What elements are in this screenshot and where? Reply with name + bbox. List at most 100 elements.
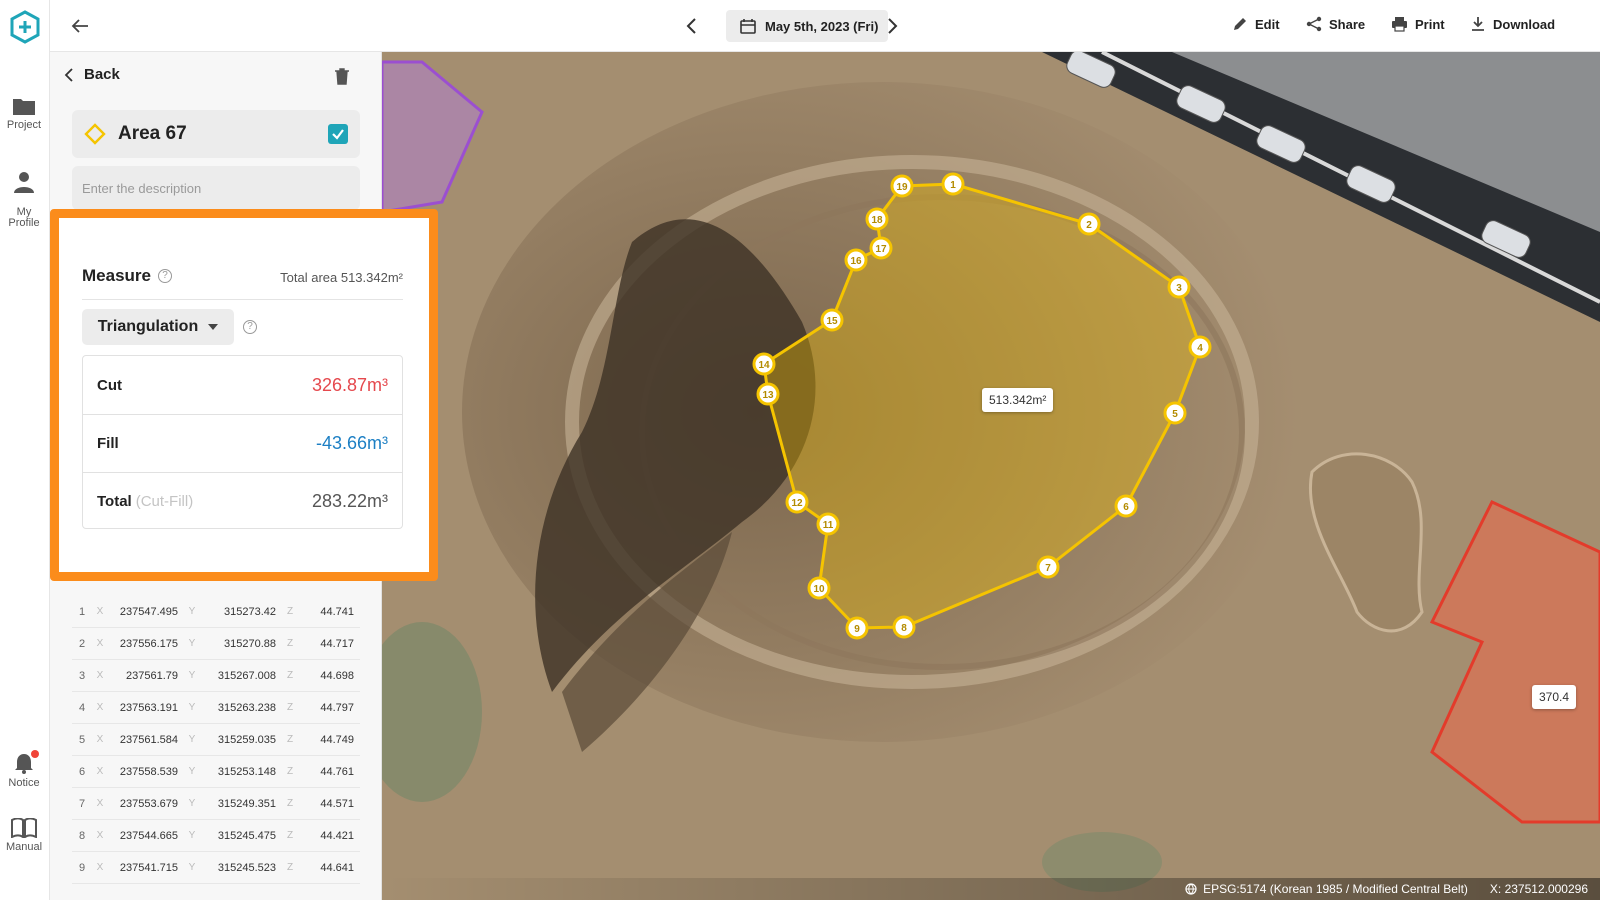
coordinate-row: 5 X 237561.584 Y 315259.035 Z 44.749 <box>72 724 360 756</box>
globe-icon <box>1185 883 1197 895</box>
vertex-marker[interactable]: 5 <box>1163 401 1187 425</box>
printer-icon <box>1392 17 1407 32</box>
vertex-marker[interactable]: 19 <box>890 174 914 198</box>
measure-method-dropdown[interactable]: Triangulation <box>82 309 234 345</box>
z-value: 44.571 <box>320 797 354 810</box>
vertex-index: 7 <box>78 797 86 810</box>
download-button[interactable]: Download <box>1470 16 1555 32</box>
vertex-marker[interactable]: 16 <box>844 248 868 272</box>
vertex-coordinate-list: 1 X 237547.495 Y 315273.42 Z 44.741 2 X 237556.17… <box>72 596 360 884</box>
print-label: Print <box>1415 16 1445 32</box>
coordinate-row: 8 X 237544.665 Y 315245.475 Z 44.421 <box>72 820 360 852</box>
notification-dot <box>31 750 39 758</box>
map-status-bar: EPSG:5174 (Korean 1985 / Modified Centra… <box>382 878 1600 900</box>
caret-down-icon <box>208 324 219 330</box>
x-axis-label: X <box>96 606 104 617</box>
vertex-marker[interactable]: 18 <box>865 207 889 231</box>
app-logo-icon[interactable] <box>8 10 42 44</box>
vertex-label: 15 <box>826 316 838 327</box>
print-button[interactable]: Print <box>1391 16 1445 32</box>
vertex-marker[interactable]: 11 <box>816 512 840 536</box>
y-axis-label: Y <box>188 606 196 617</box>
vertex-index: 4 <box>78 701 86 714</box>
vertex-marker[interactable]: 7 <box>1036 555 1060 579</box>
coordinate-row: 4 X 237563.191 Y 315263.238 Z 44.797 <box>72 692 360 724</box>
measure-title: Measure ? <box>82 266 172 286</box>
back-button[interactable]: Back <box>64 66 120 83</box>
y-value: 315263.238 <box>217 701 276 714</box>
description-input[interactable] <box>72 166 360 210</box>
z-value: 44.797 <box>320 701 354 714</box>
cut-label: Cut <box>97 376 122 394</box>
share-icon <box>1306 16 1322 32</box>
vertex-marker[interactable]: 8 <box>892 615 916 639</box>
rail-item-notice[interactable]: Notice <box>0 750 48 789</box>
cut-value: 326.87m³ <box>311 374 388 395</box>
help-icon[interactable]: ? <box>157 269 172 283</box>
measure-title-text: Measure <box>82 266 151 285</box>
vertex-label: 7 <box>1045 563 1051 574</box>
total-row: Total (Cut-Fill) 283.22m³ <box>83 472 402 530</box>
z-axis-label: Z <box>286 766 294 777</box>
area-visibility-checkbox[interactable] <box>328 124 348 144</box>
x-axis-label: X <box>96 798 104 809</box>
measure-method-label: Triangulation <box>97 318 199 335</box>
coordinate-row: 9 X 237541.715 Y 315245.523 Z 44.641 <box>72 852 360 884</box>
arrow-left-icon[interactable] <box>68 14 92 38</box>
vertex-marker[interactable]: 2 <box>1077 212 1101 236</box>
vertex-label: 13 <box>762 390 774 401</box>
check-icon <box>332 129 344 140</box>
pencil-icon <box>1234 18 1246 30</box>
vertex-label: 19 <box>896 182 908 193</box>
map-view[interactable]: 1 2 3 4 5 6 7 8 9 10 11 12 13 14 15 16 17 18 19 513.342m² … <box>382 52 1600 900</box>
y-value: 315253.148 <box>217 765 276 778</box>
total-sub-label: (Cut-Fill) <box>135 493 194 510</box>
vertex-marker[interactable]: 3 <box>1167 275 1191 299</box>
vertex-index: 1 <box>78 605 86 618</box>
vertex-marker[interactable]: 10 <box>807 576 831 600</box>
z-axis-label: Z <box>286 830 294 841</box>
vertex-marker[interactable]: 1 <box>941 172 965 196</box>
rail-item-manual[interactable]: Manual <box>0 818 48 853</box>
z-value: 44.717 <box>320 637 354 650</box>
coordinate-row: 7 X 237553.679 Y 315249.351 Z 44.571 <box>72 788 360 820</box>
rail-item-project[interactable]: Project <box>0 96 48 131</box>
volume-table: Cut 326.87m³ Fill -43.66m³ Total (Cut-Fil… <box>82 355 403 529</box>
vertex-marker[interactable]: 9 <box>845 616 869 640</box>
previous-date-chevron-icon[interactable] <box>680 14 704 38</box>
rail-item-my-profile[interactable]: My Profile <box>0 160 48 229</box>
x-value: 237563.191 <box>119 701 178 714</box>
y-value: 315270.88 <box>224 637 276 650</box>
crs-label: EPSG:5174 (Korean 1985 / Modified Centra… <box>1203 882 1468 896</box>
vertex-label: 12 <box>791 498 803 509</box>
y-axis-label: Y <box>188 638 196 649</box>
vertex-marker[interactable]: 12 <box>785 490 809 514</box>
z-value: 44.761 <box>320 765 354 778</box>
next-date-chevron-icon[interactable] <box>880 14 904 38</box>
vertex-marker[interactable]: 6 <box>1114 494 1138 518</box>
vertex-marker[interactable]: 15 <box>820 308 844 332</box>
vertex-marker[interactable]: 13 <box>756 382 780 406</box>
vertex-marker[interactable]: 4 <box>1188 335 1212 359</box>
x-axis-label: X <box>96 830 104 841</box>
top-bar: May 5th, 2023 (Fri) Edit Share Print Dow… <box>50 0 1600 52</box>
vertex-label: 8 <box>901 623 907 634</box>
vertex-marker[interactable]: 17 <box>869 236 893 260</box>
edit-button[interactable]: Edit <box>1232 16 1280 32</box>
help-icon[interactable]: ? <box>243 320 257 334</box>
date-selector[interactable]: May 5th, 2023 (Fri) <box>726 10 888 42</box>
y-value: 315273.42 <box>224 605 276 618</box>
y-axis-label: Y <box>188 734 196 745</box>
x-value: 237558.539 <box>119 765 178 778</box>
vertex-index: 8 <box>78 829 86 842</box>
other-area-label: 370.4 <box>1532 685 1577 709</box>
total-value: 283.22m³ <box>311 491 388 511</box>
z-value: 44.749 <box>320 733 354 746</box>
share-button[interactable]: Share <box>1306 16 1365 32</box>
z-value: 44.741 <box>320 605 354 618</box>
vertex-label: 1 <box>950 180 956 191</box>
x-value: 237553.679 <box>119 797 178 810</box>
trash-icon[interactable] <box>334 67 350 85</box>
vertex-marker[interactable]: 14 <box>752 352 776 376</box>
total-label: Total <box>97 493 132 510</box>
